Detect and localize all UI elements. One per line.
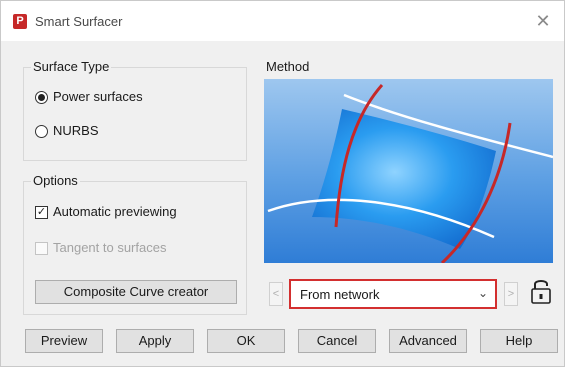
title-bar: P Smart Surfacer ✕ <box>1 1 564 41</box>
method-label: Method <box>266 59 310 74</box>
method-select-value: From network <box>300 287 380 302</box>
apply-button[interactable]: Apply <box>116 329 194 353</box>
window-title: Smart Surfacer <box>35 14 123 29</box>
nurbs-label[interactable]: NURBS <box>53 123 99 138</box>
lock-icon[interactable] <box>527 276 555 306</box>
automatic-previewing-checkbox[interactable]: ✓ <box>35 206 48 219</box>
tangent-to-surfaces-label[interactable]: Tangent to surfaces <box>53 240 166 255</box>
method-next-button[interactable]: > <box>504 282 518 306</box>
surface-type-label: Surface Type <box>31 59 112 74</box>
ok-button[interactable]: OK <box>207 329 285 353</box>
help-button[interactable]: Help <box>480 329 558 353</box>
advanced-button[interactable]: Advanced <box>389 329 467 353</box>
nurbs-radio[interactable] <box>35 125 48 138</box>
surface-type-group <box>23 67 247 161</box>
preview-button[interactable]: Preview <box>25 329 103 353</box>
method-prev-button[interactable]: < <box>269 282 283 306</box>
method-preview-image <box>264 79 553 263</box>
method-select[interactable]: From network ⌄ <box>289 279 497 309</box>
close-button[interactable]: ✕ <box>531 9 555 33</box>
app-logo-icon: P <box>13 14 27 29</box>
power-surfaces-label[interactable]: Power surfaces <box>53 89 143 104</box>
tangent-to-surfaces-checkbox[interactable] <box>35 242 48 255</box>
automatic-previewing-label[interactable]: Automatic previewing <box>53 204 177 219</box>
power-surfaces-radio[interactable] <box>35 91 48 104</box>
options-label: Options <box>31 173 80 188</box>
chevron-down-icon: ⌄ <box>478 286 489 300</box>
smart-surfacer-dialog: P Smart Surfacer ✕ Surface Type Power su… <box>0 0 565 367</box>
cancel-button[interactable]: Cancel <box>298 329 376 353</box>
composite-curve-creator-button[interactable]: Composite Curve creator <box>35 280 237 304</box>
